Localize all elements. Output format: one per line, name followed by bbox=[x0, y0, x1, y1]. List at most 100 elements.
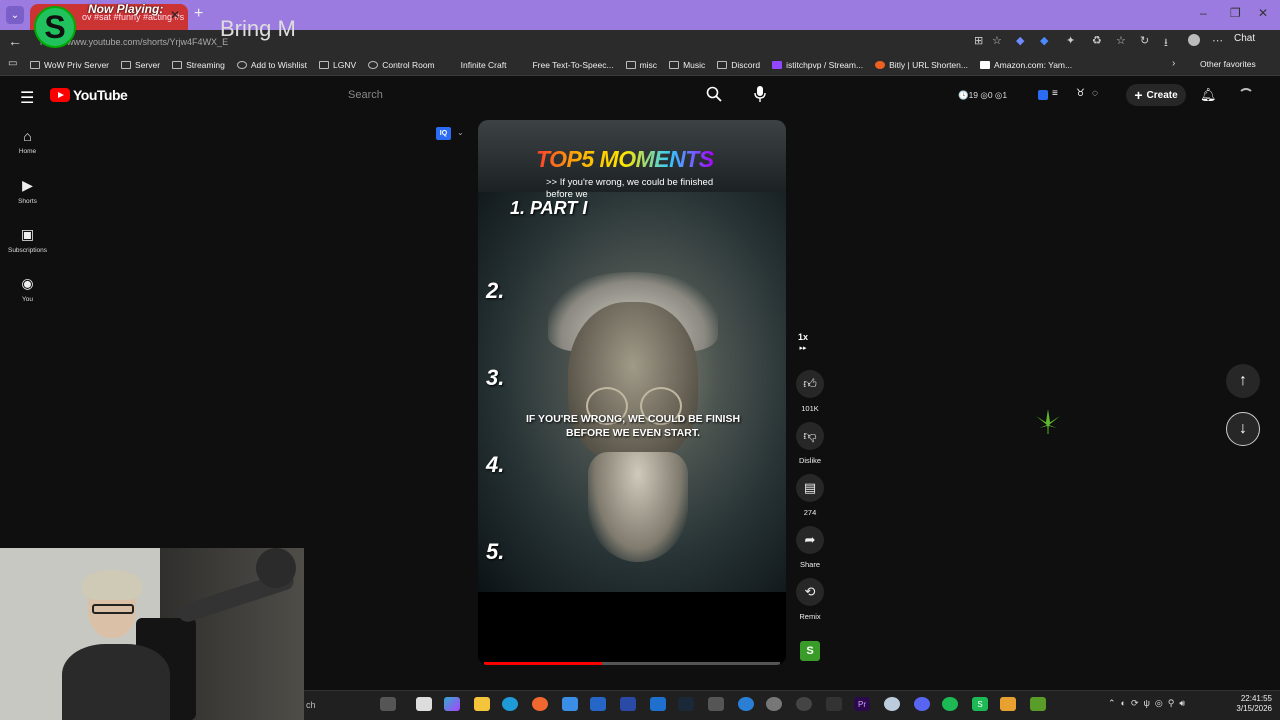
account-avatar[interactable] bbox=[1238, 88, 1254, 104]
app-icon[interactable] bbox=[884, 697, 900, 711]
app-icon[interactable] bbox=[738, 697, 754, 711]
extension-icon[interactable] bbox=[1038, 90, 1048, 100]
extension-icon[interactable]: ◆ bbox=[1040, 34, 1048, 47]
notifications-bell-icon[interactable]: 🔔︎ bbox=[1200, 87, 1217, 103]
bookmark-item[interactable]: Discord bbox=[717, 60, 760, 70]
apps-icon[interactable]: ⊞ bbox=[974, 34, 983, 47]
outlook-icon[interactable] bbox=[650, 697, 666, 711]
create-button[interactable]: + Create bbox=[1126, 84, 1186, 106]
bookmark-item[interactable]: Infinite Craft bbox=[447, 60, 507, 70]
bookmark-item[interactable]: misc bbox=[625, 60, 657, 70]
bookmark-item[interactable]: Server bbox=[121, 60, 160, 70]
share-button[interactable]: ➦ Share bbox=[790, 526, 830, 569]
iq-extension-badge[interactable]: IQ bbox=[436, 127, 451, 140]
microphone-icon[interactable] bbox=[754, 86, 766, 105]
nav-shorts[interactable]: ▶ Shorts bbox=[0, 177, 55, 205]
folder-icon bbox=[669, 60, 680, 69]
premiere-icon[interactable]: Pr bbox=[854, 697, 870, 711]
dislike-button[interactable]: 👎︎ Dislike bbox=[790, 422, 830, 465]
extension-icon[interactable]: ◆ bbox=[1016, 34, 1024, 47]
maximize-icon[interactable]: ❐ bbox=[1230, 6, 1241, 20]
extension-icon[interactable]: ♉ bbox=[1076, 88, 1085, 99]
system-tray[interactable]: ⌃◐⟳ψ◎⚲🔊︎ bbox=[1108, 698, 1190, 709]
now-playing-song: Bring M bbox=[220, 16, 296, 41]
search-input[interactable]: Search bbox=[338, 82, 698, 108]
app-icon[interactable] bbox=[708, 697, 724, 711]
nav-home[interactable]: ⌂ Home bbox=[0, 128, 55, 155]
like-button[interactable]: 👍︎ 101K bbox=[790, 370, 830, 413]
more-icon[interactable]: ⋯ bbox=[1212, 34, 1223, 47]
youtube-logo[interactable]: YouTube bbox=[50, 87, 128, 103]
chevron-right-icon[interactable]: › bbox=[1172, 58, 1175, 69]
tab-list-button[interactable]: ⌄ bbox=[6, 6, 24, 24]
profile-icon[interactable] bbox=[1188, 34, 1200, 46]
bookmark-item[interactable]: Bitly | URL Shorten... bbox=[875, 60, 968, 70]
extension-icon[interactable]: ♻ bbox=[1092, 34, 1102, 47]
bookmark-item[interactable]: LGNV bbox=[319, 60, 356, 70]
obs-icon[interactable] bbox=[796, 697, 812, 711]
previous-short-button[interactable]: ↑ bbox=[1226, 364, 1260, 398]
chat-bubble-icon[interactable]: ◌ bbox=[1092, 88, 1098, 99]
download-icon[interactable]: ⭳ bbox=[1164, 34, 1168, 53]
firefox-icon[interactable] bbox=[532, 697, 548, 711]
close-window-icon[interactable]: ✕ bbox=[1258, 6, 1268, 20]
fast-forward-icon: ▸▸ bbox=[799, 345, 807, 352]
spotify-icon[interactable] bbox=[942, 697, 958, 711]
file-explorer-icon[interactable] bbox=[474, 697, 490, 711]
back-icon[interactable]: ← bbox=[8, 33, 22, 49]
comments-button[interactable]: ▤ 274 bbox=[790, 474, 830, 517]
bookmark-item[interactable]: Amazon.com: Yam... bbox=[979, 60, 1072, 70]
edge-icon[interactable] bbox=[502, 697, 518, 711]
discord-icon[interactable] bbox=[914, 697, 930, 711]
task-view-icon[interactable] bbox=[416, 697, 432, 711]
channel-avatar[interactable]: S bbox=[800, 641, 820, 661]
progress-fill bbox=[484, 662, 603, 665]
favorite-star-icon[interactable]: ☆ bbox=[992, 34, 1002, 47]
bookmark-item[interactable]: Free Text-To-Speec... bbox=[518, 60, 613, 70]
steam-icon[interactable] bbox=[678, 697, 694, 711]
shorts-icon: ▶ bbox=[22, 177, 33, 193]
tab-close-icon[interactable]: ✕ bbox=[170, 8, 180, 22]
new-tab-icon[interactable]: + bbox=[194, 5, 203, 23]
minecraft-icon[interactable] bbox=[1030, 697, 1046, 711]
bookmark-item[interactable]: Streaming bbox=[172, 60, 225, 70]
app-icon[interactable] bbox=[1000, 697, 1016, 711]
favorites-icon[interactable]: ☆ bbox=[1116, 34, 1126, 47]
video-figure-beard bbox=[588, 452, 688, 562]
video-frame-image bbox=[478, 192, 786, 592]
folder-icon bbox=[717, 60, 728, 69]
nav-you[interactable]: ◉ You bbox=[0, 275, 55, 303]
globe-icon bbox=[236, 60, 247, 69]
playback-speed[interactable]: 1x ▸▸ bbox=[798, 332, 808, 352]
history-icon[interactable]: ↻ bbox=[1140, 34, 1149, 47]
short-video-player[interactable]: TOP5 MOMENTS >> If you're wrong, we coul… bbox=[478, 120, 786, 665]
sidebar-toggle-icon[interactable]: ▭ bbox=[8, 58, 17, 69]
browser-titlebar bbox=[0, 0, 1280, 30]
minimize-icon[interactable]: – bbox=[1200, 6, 1207, 20]
bookmark-item[interactable]: istitchpvp / Stream... bbox=[772, 60, 863, 70]
thumbs-up-icon: 👍︎ bbox=[796, 370, 824, 398]
app-icon[interactable] bbox=[590, 697, 606, 711]
bookmark-item[interactable]: Control Room bbox=[368, 60, 435, 70]
hamburger-menu-icon[interactable]: ☰ bbox=[20, 88, 34, 108]
next-short-button[interactable]: ↓ bbox=[1226, 412, 1260, 446]
extensions-icon[interactable]: ✦ bbox=[1066, 34, 1075, 47]
app-icon[interactable]: S bbox=[972, 697, 988, 711]
search-icon[interactable] bbox=[706, 86, 722, 106]
copilot-icon[interactable] bbox=[444, 697, 460, 711]
app-icon[interactable] bbox=[826, 697, 842, 711]
taskbar-app-icon[interactable] bbox=[380, 697, 396, 711]
bookmark-item[interactable]: WoW Priv Server bbox=[30, 60, 109, 70]
chevron-down-icon[interactable]: ⌄ bbox=[457, 128, 464, 137]
remix-button[interactable]: ⟲ Remix bbox=[790, 578, 830, 621]
system-clock[interactable]: 22:41:55 3/15/2026 bbox=[1226, 694, 1272, 714]
copilot-chat-button[interactable]: Chat bbox=[1234, 33, 1255, 44]
other-favorites[interactable]: Other favorites bbox=[1200, 59, 1256, 69]
bookmark-item[interactable]: Music bbox=[669, 60, 705, 70]
store-icon[interactable] bbox=[562, 697, 578, 711]
settings-icon[interactable] bbox=[766, 697, 782, 711]
bookmark-item[interactable]: Add to Wishlist bbox=[236, 60, 307, 70]
list-icon[interactable]: ≡ bbox=[1052, 88, 1058, 99]
app-icon[interactable] bbox=[620, 697, 636, 711]
nav-subscriptions[interactable]: ▣ Subscriptions bbox=[0, 226, 55, 254]
